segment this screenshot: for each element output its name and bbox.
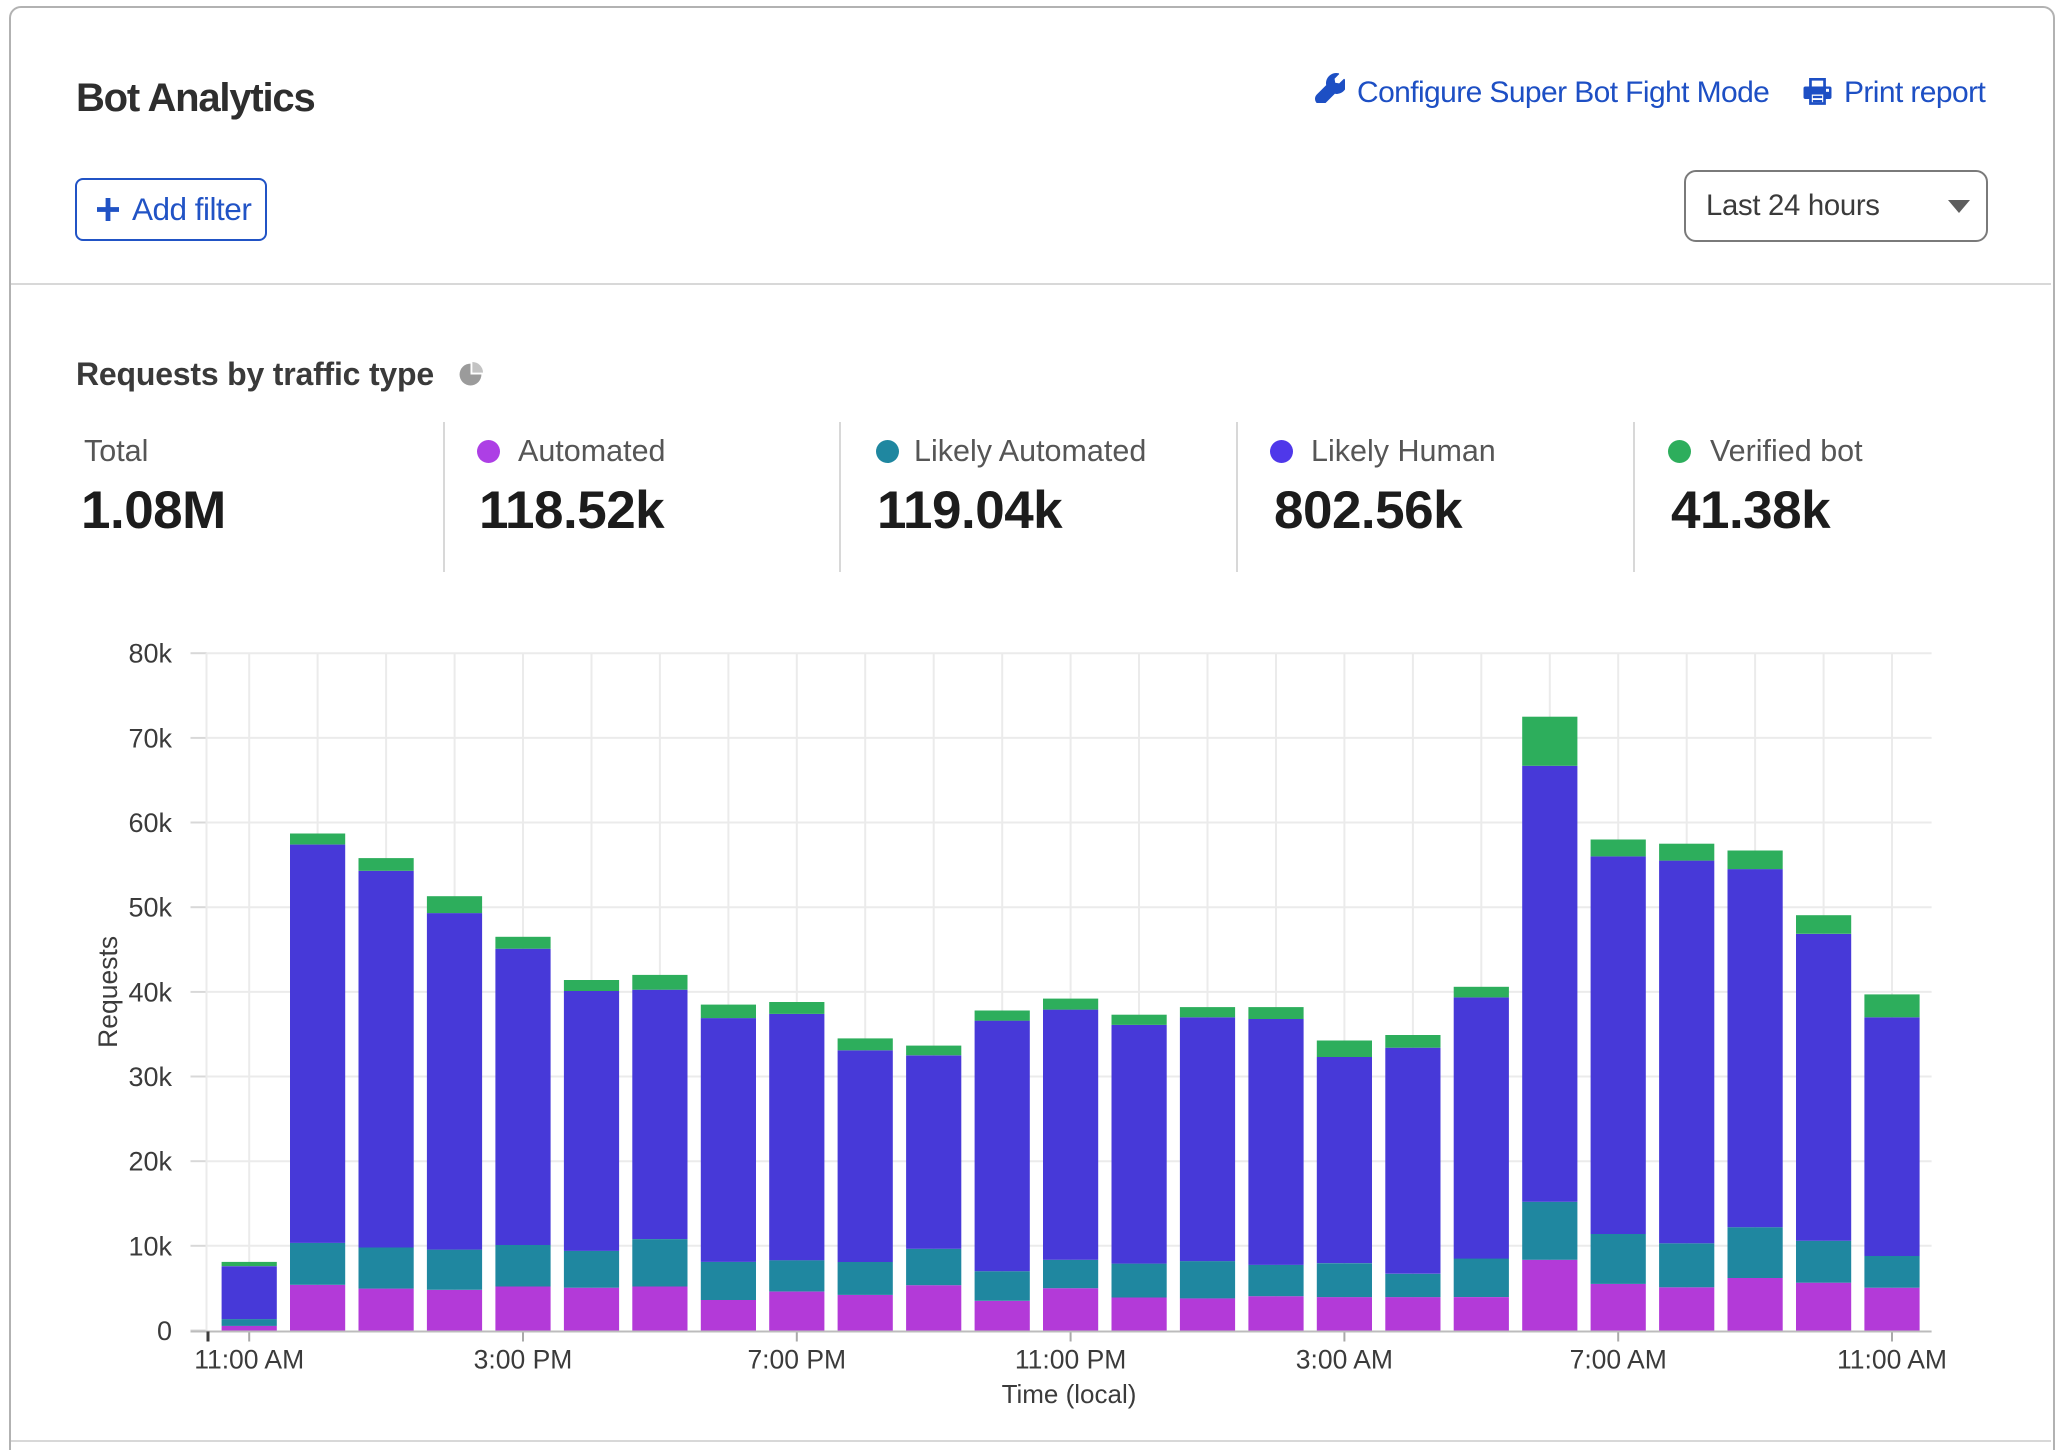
svg-text:3:00 AM: 3:00 AM <box>1296 1345 1393 1375</box>
svg-text:80k: 80k <box>128 639 172 669</box>
svg-text:20k: 20k <box>128 1147 172 1177</box>
svg-text:0: 0 <box>157 1316 172 1346</box>
svg-text:40k: 40k <box>128 977 172 1007</box>
svg-text:7:00 AM: 7:00 AM <box>1570 1345 1667 1375</box>
svg-text:11:00 PM: 11:00 PM <box>1015 1345 1126 1375</box>
svg-text:30k: 30k <box>128 1062 172 1092</box>
svg-text:Time (local): Time (local) <box>1002 1379 1137 1409</box>
svg-text:70k: 70k <box>128 723 172 753</box>
svg-text:Requests: Requests <box>93 936 123 1048</box>
svg-text:11:00 AM: 11:00 AM <box>1837 1345 1947 1375</box>
svg-text:60k: 60k <box>128 808 172 838</box>
svg-text:11:00 AM: 11:00 AM <box>194 1345 304 1375</box>
svg-text:3:00 PM: 3:00 PM <box>474 1345 573 1375</box>
svg-text:50k: 50k <box>128 893 172 923</box>
svg-text:7:00 PM: 7:00 PM <box>747 1345 846 1375</box>
svg-text:10k: 10k <box>128 1231 172 1261</box>
